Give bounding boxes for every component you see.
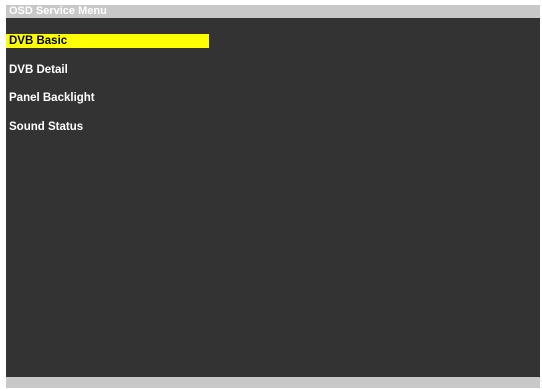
menu-item-panel-backlight[interactable]: Panel Backlight [6, 91, 209, 105]
osd-service-menu-panel: OSD Service Menu DVB Basic DVB Detail Pa… [6, 5, 540, 388]
menu-item-label: DVB Detail [9, 63, 68, 76]
menu-item-label: Panel Backlight [9, 92, 95, 104]
title-bar: OSD Service Menu [6, 5, 540, 18]
menu-list: DVB Basic DVB Detail Panel Backlight Sou… [6, 34, 540, 148]
menu-item-dvb-detail[interactable]: DVB Detail [6, 63, 209, 77]
menu-item-label: Sound Status [9, 120, 84, 133]
menu-item-dvb-basic[interactable]: DVB Basic [6, 34, 209, 48]
menu-item-sound-status[interactable]: Sound Status [6, 120, 209, 134]
menu-item-label: DVB Basic [9, 35, 68, 47]
menu-title: OSD Service Menu [9, 5, 107, 17]
status-bar [6, 377, 540, 388]
